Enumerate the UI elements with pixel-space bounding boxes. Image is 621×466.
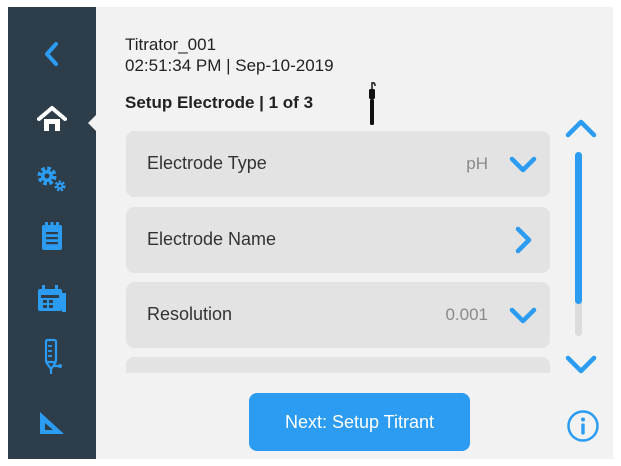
back-arrow-icon — [45, 42, 58, 66]
clipboard-icon — [42, 222, 62, 250]
settings-gears-icon — [37, 166, 66, 192]
row-label: Electrode Type — [147, 153, 267, 173]
electrode-name-row[interactable]: Electrode Name — [126, 207, 550, 273]
scroll-up-chevron-icon[interactable] — [564, 116, 598, 140]
row-value: 0.001 — [445, 305, 488, 324]
calibration-nav-button[interactable] — [32, 403, 72, 443]
electrode-type-row[interactable]: Electrode Type pH — [126, 131, 550, 197]
settings-list: Electrode Type pH Electrode Name Resolut… — [126, 131, 550, 373]
home-nav-button[interactable] — [32, 99, 72, 139]
device-name: Titrator_001 — [125, 35, 217, 54]
electrode-probe-icon — [369, 82, 376, 125]
methods-nav-button[interactable] — [32, 216, 72, 256]
next-setup-titrant-button[interactable]: Next: Setup Titrant — [249, 393, 470, 451]
back-button[interactable] — [32, 34, 72, 74]
chevron-down-icon[interactable] — [508, 149, 538, 179]
screen: Titrator_001 02:51:34 PM | Sep-10-2019 S… — [8, 7, 613, 459]
device-info: Titrator_001 02:51:34 PM | Sep-10-2019 — [125, 34, 334, 76]
chevron-down-icon[interactable] — [508, 300, 538, 330]
datetime: 02:51:34 PM | Sep-10-2019 — [125, 56, 334, 75]
burette-icon — [44, 338, 62, 374]
row-value: pH — [466, 154, 488, 173]
calendar-icon — [38, 285, 66, 312]
partial-row[interactable] — [126, 357, 550, 373]
scroll-down-chevron-icon[interactable] — [564, 353, 598, 377]
settings-nav-button[interactable] — [32, 159, 72, 199]
home-icon — [37, 106, 67, 131]
row-label: Electrode Name — [147, 229, 277, 249]
scrollbar-thumb[interactable] — [575, 152, 582, 304]
sidebar — [8, 7, 97, 459]
triangle-ruler-icon — [40, 412, 64, 434]
calendar-nav-button[interactable] — [32, 279, 72, 319]
titration-nav-button[interactable] — [32, 337, 72, 377]
info-icon[interactable] — [566, 409, 600, 443]
active-nav-indicator — [88, 114, 97, 132]
step-title: Setup Electrode | 1 of 3 — [125, 93, 314, 112]
resolution-row[interactable]: Resolution 0.001 — [126, 282, 550, 348]
chevron-right-icon[interactable] — [508, 225, 538, 255]
row-label: Resolution — [147, 304, 233, 324]
